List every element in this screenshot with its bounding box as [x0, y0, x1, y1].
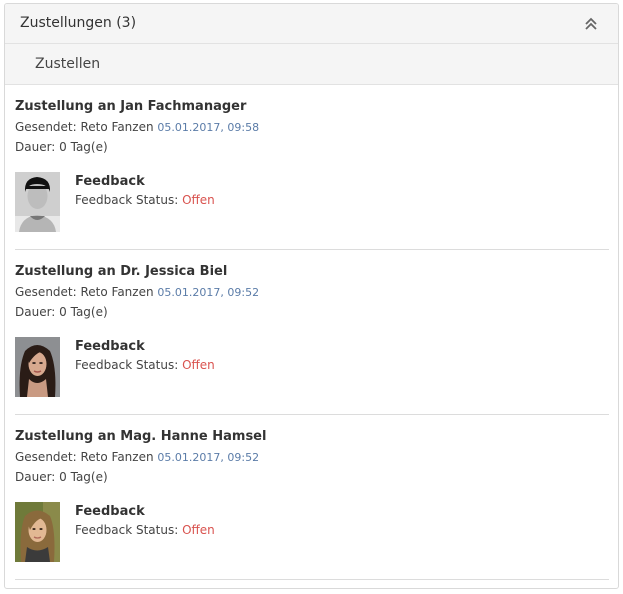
double-chevron-up-icon[interactable] [584, 17, 598, 31]
feedback-status-label: Feedback Status: [75, 523, 179, 537]
feedback-status: Feedback Status: Offen [75, 523, 215, 537]
feedback-status-label: Feedback Status: [75, 193, 179, 207]
sent-label: Gesendet: Reto Fanzen [15, 450, 154, 464]
action-bar: Zustellen [5, 44, 618, 85]
feedback-status-value: Offen [182, 193, 215, 207]
sent-date: 05.01.2017, 09:52 [157, 451, 260, 464]
feedback-status: Feedback Status: Offen [75, 193, 215, 207]
delivery-item: Zustellung an Dr. Jessica Biel Gesendet:… [15, 250, 609, 415]
feedback-title: Feedback [75, 339, 145, 354]
feedback-title: Feedback [75, 504, 145, 519]
delivery-duration: Dauer: 0 Tag(e) [15, 470, 108, 484]
delivery-title: Zustellung an Dr. Jessica Biel [15, 264, 228, 279]
delivery-sent: Gesendet: Reto Fanzen 05.01.2017, 09:52 [15, 450, 259, 464]
delivery-item: Zustellung an Mag. Hanne Hamsel Gesendet… [15, 415, 609, 580]
delivery-sent: Gesendet: Reto Fanzen 05.01.2017, 09:52 [15, 285, 259, 299]
delivery-item: Zustellung an Jan Fachmanager Gesendet: … [15, 85, 609, 250]
feedback-status-label: Feedback Status: [75, 358, 179, 372]
feedback-status-value: Offen [182, 358, 215, 372]
deliveries-panel: Zustellungen (3) Zustellen Zustellung an… [4, 3, 619, 589]
delivery-duration: Dauer: 0 Tag(e) [15, 305, 108, 319]
avatar [15, 337, 60, 397]
avatar [15, 172, 60, 232]
feedback-status: Feedback Status: Offen [75, 358, 215, 372]
sent-label: Gesendet: Reto Fanzen [15, 285, 154, 299]
panel-title: Zustellungen (3) [20, 15, 137, 31]
feedback-title: Feedback [75, 174, 145, 189]
avatar [15, 502, 60, 562]
delivery-title: Zustellung an Jan Fachmanager [15, 99, 247, 114]
sent-label: Gesendet: Reto Fanzen [15, 120, 154, 134]
panel-header[interactable]: Zustellungen (3) [5, 4, 618, 44]
deliver-button[interactable]: Zustellen [35, 56, 100, 72]
delivery-title: Zustellung an Mag. Hanne Hamsel [15, 429, 267, 444]
delivery-duration: Dauer: 0 Tag(e) [15, 140, 108, 154]
feedback-status-value: Offen [182, 523, 215, 537]
sent-date: 05.01.2017, 09:52 [157, 286, 260, 299]
sent-date: 05.01.2017, 09:58 [157, 121, 260, 134]
delivery-sent: Gesendet: Reto Fanzen 05.01.2017, 09:58 [15, 120, 259, 134]
